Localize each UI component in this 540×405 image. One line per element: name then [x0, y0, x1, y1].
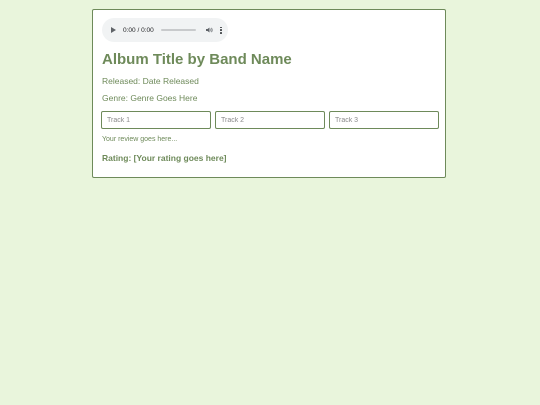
- track-1-input[interactable]: [101, 111, 211, 129]
- release-date: Released: Date Released: [102, 76, 199, 86]
- track-2-input[interactable]: [215, 111, 325, 129]
- album-title: Album Title by Band Name: [102, 51, 292, 68]
- rating-text: Rating: [Your rating goes here]: [102, 153, 227, 163]
- audio-time: 0:00 / 0:00: [123, 26, 154, 34]
- more-options-icon[interactable]: [220, 26, 222, 34]
- audio-player[interactable]: 0:00 / 0:00: [102, 18, 228, 42]
- track-list: [101, 111, 439, 129]
- track-3-input[interactable]: [329, 111, 439, 129]
- audio-progress-slider[interactable]: [160, 29, 197, 31]
- volume-icon[interactable]: [205, 26, 213, 34]
- review-text: Your review goes here...: [102, 136, 178, 143]
- album-card: 0:00 / 0:00 Album Title by Band Name Rel…: [92, 9, 446, 178]
- genre: Genre: Genre Goes Here: [102, 93, 198, 103]
- play-icon[interactable]: [111, 27, 116, 33]
